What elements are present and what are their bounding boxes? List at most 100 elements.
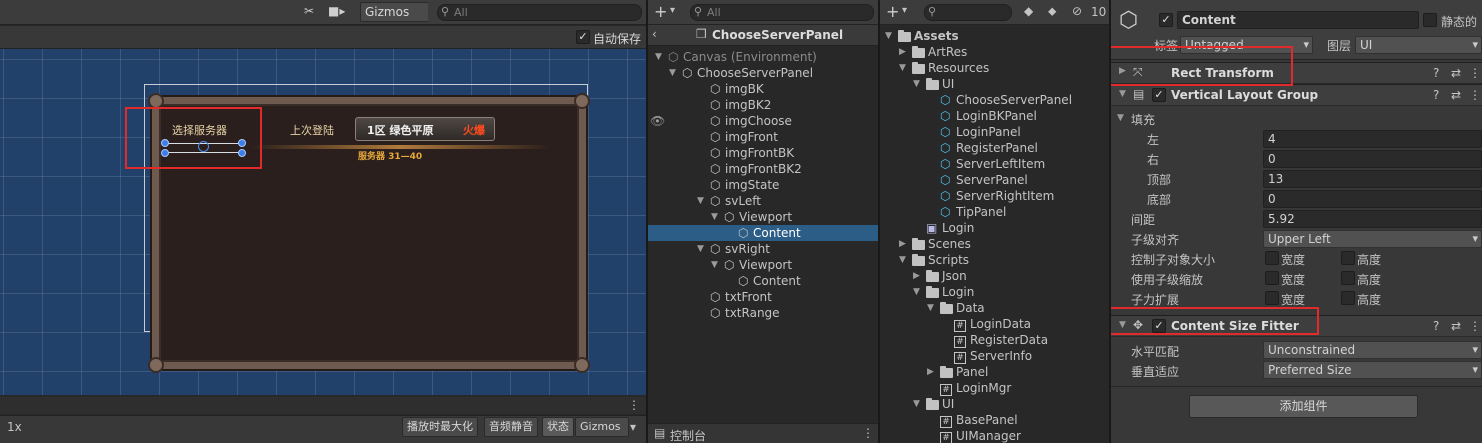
expand-arrow-icon[interactable]: ▼ — [899, 252, 906, 268]
hierarchy-search-input[interactable]: ⚲ All — [690, 4, 874, 21]
project-item[interactable]: ⬡ LoginPanel — [880, 124, 1109, 140]
project-item[interactable]: # UIManager — [880, 428, 1109, 443]
gizmos-button[interactable]: Gizmos — [575, 417, 629, 437]
tag-icon[interactable]: ⬥ — [1048, 4, 1056, 19]
project-item[interactable]: # LoginMgr — [880, 380, 1109, 396]
back-icon[interactable]: ‹ — [652, 27, 657, 41]
filter-by-type-icon[interactable]: ◆ — [1024, 4, 1033, 18]
vertical-fit-dropdown[interactable]: Preferred Size — [1263, 361, 1482, 379]
project-item[interactable]: ▼ Assets — [880, 28, 1109, 44]
expand-arrow-icon[interactable]: ▶ — [927, 364, 934, 380]
help-icon[interactable]: ? — [1433, 319, 1439, 333]
camera-icon[interactable]: ■▸ — [328, 4, 345, 18]
presets-icon[interactable]: ⇄ — [1451, 66, 1461, 80]
expand-arrow-icon[interactable]: ▶ — [913, 268, 920, 284]
project-item[interactable]: # BasePanel — [880, 412, 1109, 428]
expand-arrow-icon[interactable]: ▶ — [899, 44, 906, 60]
hierarchy-item[interactable]: ⬡ Content — [648, 273, 878, 289]
more-icon[interactable]: ⋮ — [628, 398, 640, 412]
more-icon[interactable]: ⋮ — [862, 426, 874, 440]
hierarchy-item[interactable]: ▼ ⬡ Viewport — [648, 209, 878, 225]
hierarchy-item[interactable]: ▼ ⬡ ChooseServerPanel — [648, 65, 878, 81]
chevron-down-icon[interactable]: ▾ — [670, 5, 675, 16]
more-icon[interactable]: ⋮ — [1469, 88, 1481, 102]
more-icon[interactable]: ⋮ — [1469, 319, 1481, 333]
project-item[interactable]: ⬡ ServerLeftItem — [880, 156, 1109, 172]
project-item[interactable]: ▶ Panel — [880, 364, 1109, 380]
server-button[interactable]: 1区 绿色平原 火爆 — [355, 117, 495, 141]
vertical-layout-group-header[interactable]: ▼ ▤ ✓ Vertical Layout Group ? ⇄ ⋮ — [1111, 84, 1482, 106]
gizmos-dropdown[interactable]: Gizmos▾ — [360, 2, 443, 22]
project-item[interactable]: ▶ Json — [880, 268, 1109, 284]
padding-arrow-icon[interactable]: ▼ — [1117, 113, 1124, 123]
hierarchy-item[interactable]: ⬡ txtFront — [648, 289, 878, 305]
horizontal-fit-dropdown[interactable]: Unconstrained — [1263, 341, 1482, 359]
console-tab[interactable]: 控制台 — [670, 427, 706, 443]
chevron-down-icon[interactable]: ▾ — [630, 420, 636, 434]
hierarchy-item[interactable]: ⬡ txtRange — [648, 305, 878, 321]
right-field[interactable]: 0 — [1263, 150, 1482, 168]
more-icon[interactable]: ⋮ — [1469, 66, 1481, 80]
project-item[interactable]: ▼ UI — [880, 396, 1109, 412]
scene-search-input[interactable]: ⚲ All — [437, 4, 642, 21]
hierarchy-item[interactable]: ⬡ imgChoose — [648, 113, 878, 129]
expand-arrow-icon[interactable]: ▼ — [899, 60, 906, 76]
spacing-field[interactable]: 5.92 — [1263, 210, 1482, 228]
stats-button[interactable]: 状态 — [542, 417, 574, 437]
control-height-checkbox[interactable] — [1341, 251, 1355, 265]
help-icon[interactable]: ? — [1433, 88, 1439, 102]
expand-arrow-icon[interactable]: ▼ — [697, 193, 704, 209]
expand-arrow-icon[interactable]: ▼ — [697, 241, 704, 257]
presets-icon[interactable]: ⇄ — [1451, 319, 1461, 333]
scale-width-checkbox[interactable] — [1265, 271, 1279, 285]
project-item[interactable]: ▼ Data — [880, 300, 1109, 316]
scale-height-checkbox[interactable] — [1341, 271, 1355, 285]
bottom-field[interactable]: 0 — [1263, 190, 1482, 208]
autosave-checkbox[interactable]: ✓ — [576, 30, 590, 44]
expand-arrow-icon[interactable]: ▼ — [913, 396, 920, 412]
project-item[interactable]: ▼ Resources — [880, 60, 1109, 76]
expand-width-checkbox[interactable] — [1265, 291, 1279, 305]
expand-height-checkbox[interactable] — [1341, 291, 1355, 305]
visibility-eye-icon[interactable]: 👁 — [650, 114, 665, 128]
top-field[interactable]: 13 — [1263, 170, 1482, 188]
mute-audio-button[interactable]: 音频静音 — [484, 417, 538, 437]
expand-arrow-icon[interactable]: ▼ — [669, 65, 676, 81]
chevron-down-icon[interactable]: ▾ — [902, 5, 907, 16]
hierarchy-item[interactable]: ▼ ⬡ svRight — [648, 241, 878, 257]
left-field[interactable]: 4 — [1263, 130, 1482, 148]
project-item[interactable]: ⬡ RegisterPanel — [880, 140, 1109, 156]
project-item[interactable]: ⬡ ServerRightItem — [880, 188, 1109, 204]
project-item[interactable]: # ServerInfo — [880, 348, 1109, 364]
hierarchy-item[interactable]: ⬡ imgBK2 — [648, 97, 878, 113]
project-item[interactable]: ⬡ TipPanel — [880, 204, 1109, 220]
scale-label[interactable]: 1x — [7, 420, 22, 434]
project-item[interactable]: ▣ Login — [880, 220, 1109, 236]
hierarchy-item[interactable]: ▼ ⬡ Viewport — [648, 257, 878, 273]
object-name-field[interactable]: Content — [1177, 11, 1419, 29]
project-item[interactable]: ▶ Scenes — [880, 236, 1109, 252]
collapse-arrow-icon[interactable]: ▼ — [1119, 89, 1126, 99]
expand-arrow-icon[interactable]: ▶ — [899, 236, 906, 252]
expand-arrow-icon[interactable]: ▼ — [711, 209, 718, 225]
expand-arrow-icon[interactable]: ▼ — [913, 284, 920, 300]
hierarchy-item[interactable]: ⬡ imgFrontBK2 — [648, 161, 878, 177]
hierarchy-item[interactable]: ⬡ imgBK — [648, 81, 878, 97]
maximize-on-play-button[interactable]: 播放时最大化 — [402, 417, 478, 437]
control-width-checkbox[interactable] — [1265, 251, 1279, 265]
help-icon[interactable]: ? — [1433, 66, 1439, 80]
project-item[interactable]: ▼ UI — [880, 76, 1109, 92]
expand-arrow-icon[interactable]: ▼ — [711, 257, 718, 273]
project-item[interactable]: ⬡ ChooseServerPanel — [880, 92, 1109, 108]
hierarchy-item[interactable]: ▼ ⬡ svLeft — [648, 193, 878, 209]
add-component-button[interactable]: 添加组件 — [1189, 395, 1418, 418]
project-item[interactable]: ▼ Scripts — [880, 252, 1109, 268]
active-checkbox[interactable]: ✓ — [1159, 13, 1173, 27]
add-button[interactable]: + — [654, 2, 667, 21]
project-item[interactable]: ▶ ArtRes — [880, 44, 1109, 60]
hierarchy-item[interactable]: ⬡ imgFrontBK — [648, 145, 878, 161]
hierarchy-item[interactable]: ⬡ imgState — [648, 177, 878, 193]
project-item[interactable]: # LoginData — [880, 316, 1109, 332]
expand-arrow-icon[interactable]: ▼ — [927, 300, 934, 316]
hierarchy-item[interactable]: ⬡ Content — [648, 225, 878, 241]
